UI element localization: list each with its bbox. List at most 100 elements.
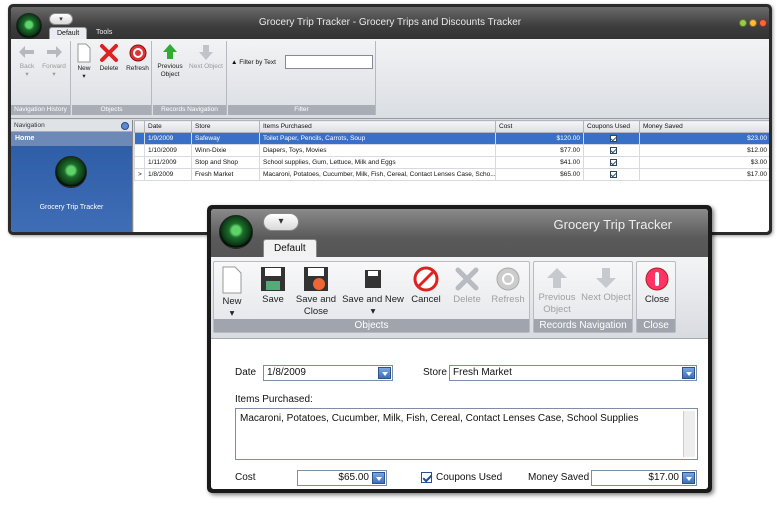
- down-arrow-icon: [199, 45, 213, 60]
- column-header-date[interactable]: Date: [144, 120, 192, 133]
- maximize-icon[interactable]: [749, 19, 757, 27]
- tab-default[interactable]: Default: [263, 239, 317, 258]
- cost-dropdown-icon[interactable]: [372, 472, 385, 484]
- ribbon: Back ▾ Forward ▾ Navigation History New ▾ D…: [11, 39, 769, 119]
- filter-label: ▲ Filter by Text: [231, 59, 276, 66]
- tab-tools[interactable]: Tools: [89, 27, 119, 39]
- new-document-icon: [77, 43, 91, 63]
- money-saved-field[interactable]: $17.00: [591, 470, 697, 486]
- filter-input[interactable]: [285, 55, 373, 69]
- save-button[interactable]: Save: [258, 266, 288, 306]
- column-header-coupons[interactable]: Coupons Used: [583, 120, 640, 133]
- refresh-button[interactable]: Refresh: [489, 266, 527, 306]
- row-indicator: [134, 156, 145, 169]
- new-document-icon: [222, 266, 242, 294]
- column-header-store[interactable]: Store: [191, 120, 260, 133]
- grid-header-row: Date Store Items Purchased Cost Coupons …: [134, 120, 769, 133]
- row-indicator-header: [134, 120, 145, 133]
- up-arrow-icon: [547, 268, 567, 288]
- binoculars-icon: ▲: [231, 59, 238, 66]
- items-textarea[interactable]: Macaroni, Potatoes, Cucumber, Milk, Fish…: [235, 408, 698, 460]
- app-orb-icon[interactable]: [219, 215, 253, 249]
- minimize-icon[interactable]: [739, 19, 747, 27]
- table-row[interactable]: 1/10/2009 Winn-Dixie Diapers, Toys, Movi…: [134, 144, 769, 157]
- save-and-new-button[interactable]: Save and New ▾: [340, 266, 406, 318]
- items-label: Items Purchased:: [235, 394, 313, 405]
- column-header-items[interactable]: Items Purchased: [259, 120, 496, 133]
- store-label: Store: [423, 367, 447, 378]
- delete-x-icon: [100, 44, 118, 62]
- close-button[interactable]: Close: [639, 266, 675, 306]
- radar-icon: [55, 156, 87, 188]
- trip-form: Date 1/8/2009 Store Fresh Market Items P…: [211, 340, 708, 489]
- next-object-button[interactable]: Next Object: [580, 266, 632, 304]
- coupons-used-label: Coupons Used: [436, 472, 503, 483]
- close-window-icon[interactable]: [759, 19, 767, 27]
- navigation-pane: Navigation Home Grocery Trip Tracker: [11, 120, 133, 232]
- power-icon: [645, 267, 669, 291]
- delete-button[interactable]: Delete: [96, 43, 122, 73]
- refresh-button[interactable]: Refresh: [124, 43, 151, 73]
- quick-access-dropdown[interactable]: ▾: [263, 213, 299, 231]
- tab-default[interactable]: Default: [49, 27, 88, 39]
- table-row[interactable]: > 1/8/2009 Fresh Market Macaroni, Potato…: [134, 168, 769, 181]
- refresh-icon: [129, 44, 146, 62]
- next-object-button[interactable]: Next Object: [187, 43, 225, 71]
- forward-button[interactable]: Forward ▾: [39, 43, 69, 79]
- group-records-navigation: Previous Object Next Object Records Navi…: [533, 261, 633, 333]
- forward-arrow-icon: [47, 46, 62, 58]
- coupons-checkbox[interactable]: [609, 146, 617, 154]
- table-row[interactable]: 1/9/2009 Safeway Toilet Paper, Pencils, …: [134, 132, 769, 145]
- detail-ribbon: New ▾ Save Save and Close Save and New ▾ C…: [211, 257, 708, 339]
- table-row[interactable]: 1/11/2009 Stop and Shop School supplies,…: [134, 156, 769, 169]
- detail-window-body: ▾ Grocery Trip Tracker Default New ▾ Save…: [211, 209, 708, 489]
- date-field[interactable]: 1/8/2009: [263, 365, 393, 381]
- row-indicator: [134, 144, 145, 157]
- group-objects: New ▾ Save Save and Close Save and New ▾ C…: [213, 261, 530, 333]
- delete-button[interactable]: Delete: [450, 266, 484, 306]
- refresh-icon: [496, 267, 520, 291]
- previous-object-button[interactable]: Previous Object: [536, 266, 578, 316]
- cancel-icon: [413, 266, 439, 292]
- row-indicator: [134, 132, 145, 145]
- navigation-collapse-icon[interactable]: [121, 122, 129, 130]
- group-records-navigation: Previous Object Next Object Records Navi…: [153, 41, 227, 115]
- coupons-checkbox[interactable]: [609, 170, 617, 178]
- group-label: Navigation History: [11, 105, 70, 115]
- group-label: Records Navigation: [534, 319, 632, 332]
- cancel-button[interactable]: Cancel: [409, 266, 443, 306]
- group-label: Filter: [228, 105, 375, 115]
- new-button[interactable]: New ▾: [218, 266, 246, 320]
- detail-title-bar: ▾ Grocery Trip Tracker Default: [211, 209, 708, 258]
- cost-field[interactable]: $65.00: [297, 470, 387, 486]
- up-arrow-icon: [163, 44, 177, 59]
- store-dropdown-icon[interactable]: [682, 367, 695, 379]
- previous-object-button[interactable]: Previous Object: [155, 43, 185, 79]
- group-objects: New ▾ Delete Refresh Objects: [72, 41, 152, 115]
- save-and-close-button[interactable]: Save and Close: [294, 266, 338, 318]
- money-saved-label: Money Saved: [528, 472, 590, 483]
- nav-item-home[interactable]: Home: [11, 132, 132, 146]
- date-dropdown-icon[interactable]: [378, 367, 391, 379]
- navigation-header: Navigation: [11, 120, 132, 132]
- column-header-money-saved[interactable]: Money Saved: [639, 120, 769, 133]
- coupons-checkbox[interactable]: [609, 158, 617, 166]
- delete-x-icon: [455, 267, 479, 291]
- title-bar: ▾ Grocery Trip Tracker - Grocery Trips a…: [11, 7, 769, 39]
- back-button[interactable]: Back ▾: [15, 43, 39, 79]
- new-button[interactable]: New ▾: [74, 43, 94, 81]
- coupons-checkbox[interactable]: [609, 134, 617, 142]
- store-field[interactable]: Fresh Market: [449, 365, 697, 381]
- group-label: Close: [637, 319, 675, 332]
- save-close-icon: [304, 267, 328, 291]
- money-saved-dropdown-icon[interactable]: [682, 472, 695, 484]
- column-header-cost[interactable]: Cost: [495, 120, 584, 133]
- detail-window: ▾ Grocery Trip Tracker Default New ▾ Save…: [207, 205, 712, 493]
- group-close: Close Close: [636, 261, 676, 333]
- date-label: Date: [235, 367, 257, 378]
- textarea-scrollbar[interactable]: [683, 411, 695, 457]
- group-label: Objects: [72, 105, 151, 115]
- detail-window-title: Grocery Trip Tracker: [553, 217, 672, 232]
- nav-item-grocery-trip-tracker[interactable]: Grocery Trip Tracker: [11, 146, 132, 232]
- coupons-used-checkbox[interactable]: [421, 472, 432, 483]
